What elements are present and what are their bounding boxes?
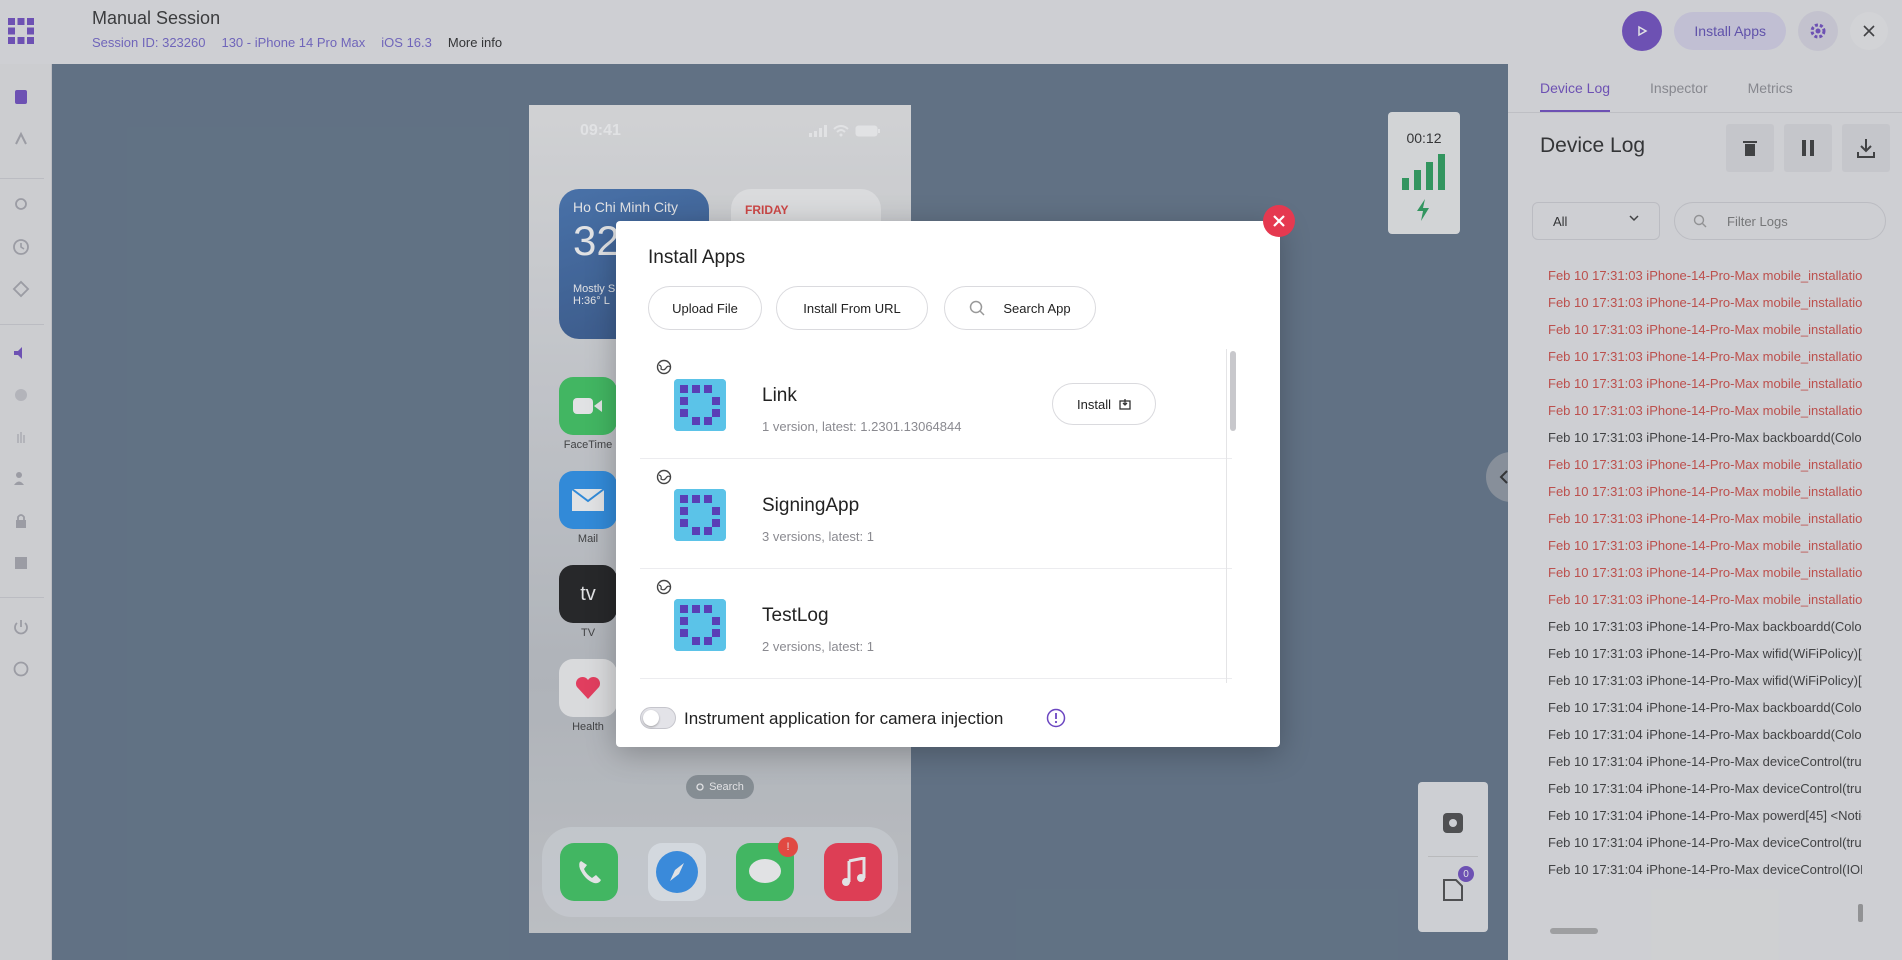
search-app-label: Search App: [1003, 300, 1071, 316]
install-from-url-button[interactable]: Install From URL: [776, 286, 928, 330]
camera-injection-toggle[interactable]: [640, 707, 676, 729]
camera-injection-label: Instrument application for camera inject…: [684, 709, 1004, 728]
globe-icon: [656, 359, 672, 380]
app-logo-icon: [674, 489, 726, 541]
app-version: 3 versions, latest: 1: [762, 529, 874, 544]
upload-file-button[interactable]: Upload File: [648, 286, 762, 330]
search-icon: [970, 300, 985, 316]
app-version: 2 versions, latest: 1: [762, 639, 874, 654]
app-row[interactable]: SigningApp 3 versions, latest: 1: [640, 459, 1232, 569]
globe-icon: [656, 579, 672, 600]
app-list[interactable]: Link 1 version, latest: 1.2301.13064844 In…: [640, 349, 1232, 683]
install-label: Install: [1077, 396, 1111, 412]
app-version: 1 version, latest: 1.2301.13064844: [762, 419, 962, 434]
close-icon: [1273, 215, 1285, 227]
globe-icon: [656, 469, 672, 490]
search-app-button[interactable]: Search App: [944, 286, 1096, 330]
app-logo-icon: [674, 379, 726, 431]
close-modal-button[interactable]: [1263, 205, 1295, 237]
info-icon[interactable]: [1046, 708, 1066, 728]
app-name: Link: [762, 385, 797, 406]
app-name: SigningApp: [762, 495, 860, 516]
app-name: TestLog: [762, 605, 829, 626]
modal-title: Install Apps: [648, 247, 746, 268]
app-row[interactable]: Link 1 version, latest: 1.2301.13064844 In…: [640, 349, 1232, 459]
app-list-scrollbar[interactable]: [1230, 351, 1236, 431]
install-apps-modal: Install Apps Upload File Install From UR…: [616, 221, 1280, 747]
app-logo-icon: [674, 599, 726, 651]
install-button[interactable]: Install: [1052, 383, 1156, 425]
toggle-knob: [643, 710, 659, 726]
install-icon: [1119, 399, 1131, 410]
app-row[interactable]: TestLog 2 versions, latest: 1: [640, 569, 1232, 679]
